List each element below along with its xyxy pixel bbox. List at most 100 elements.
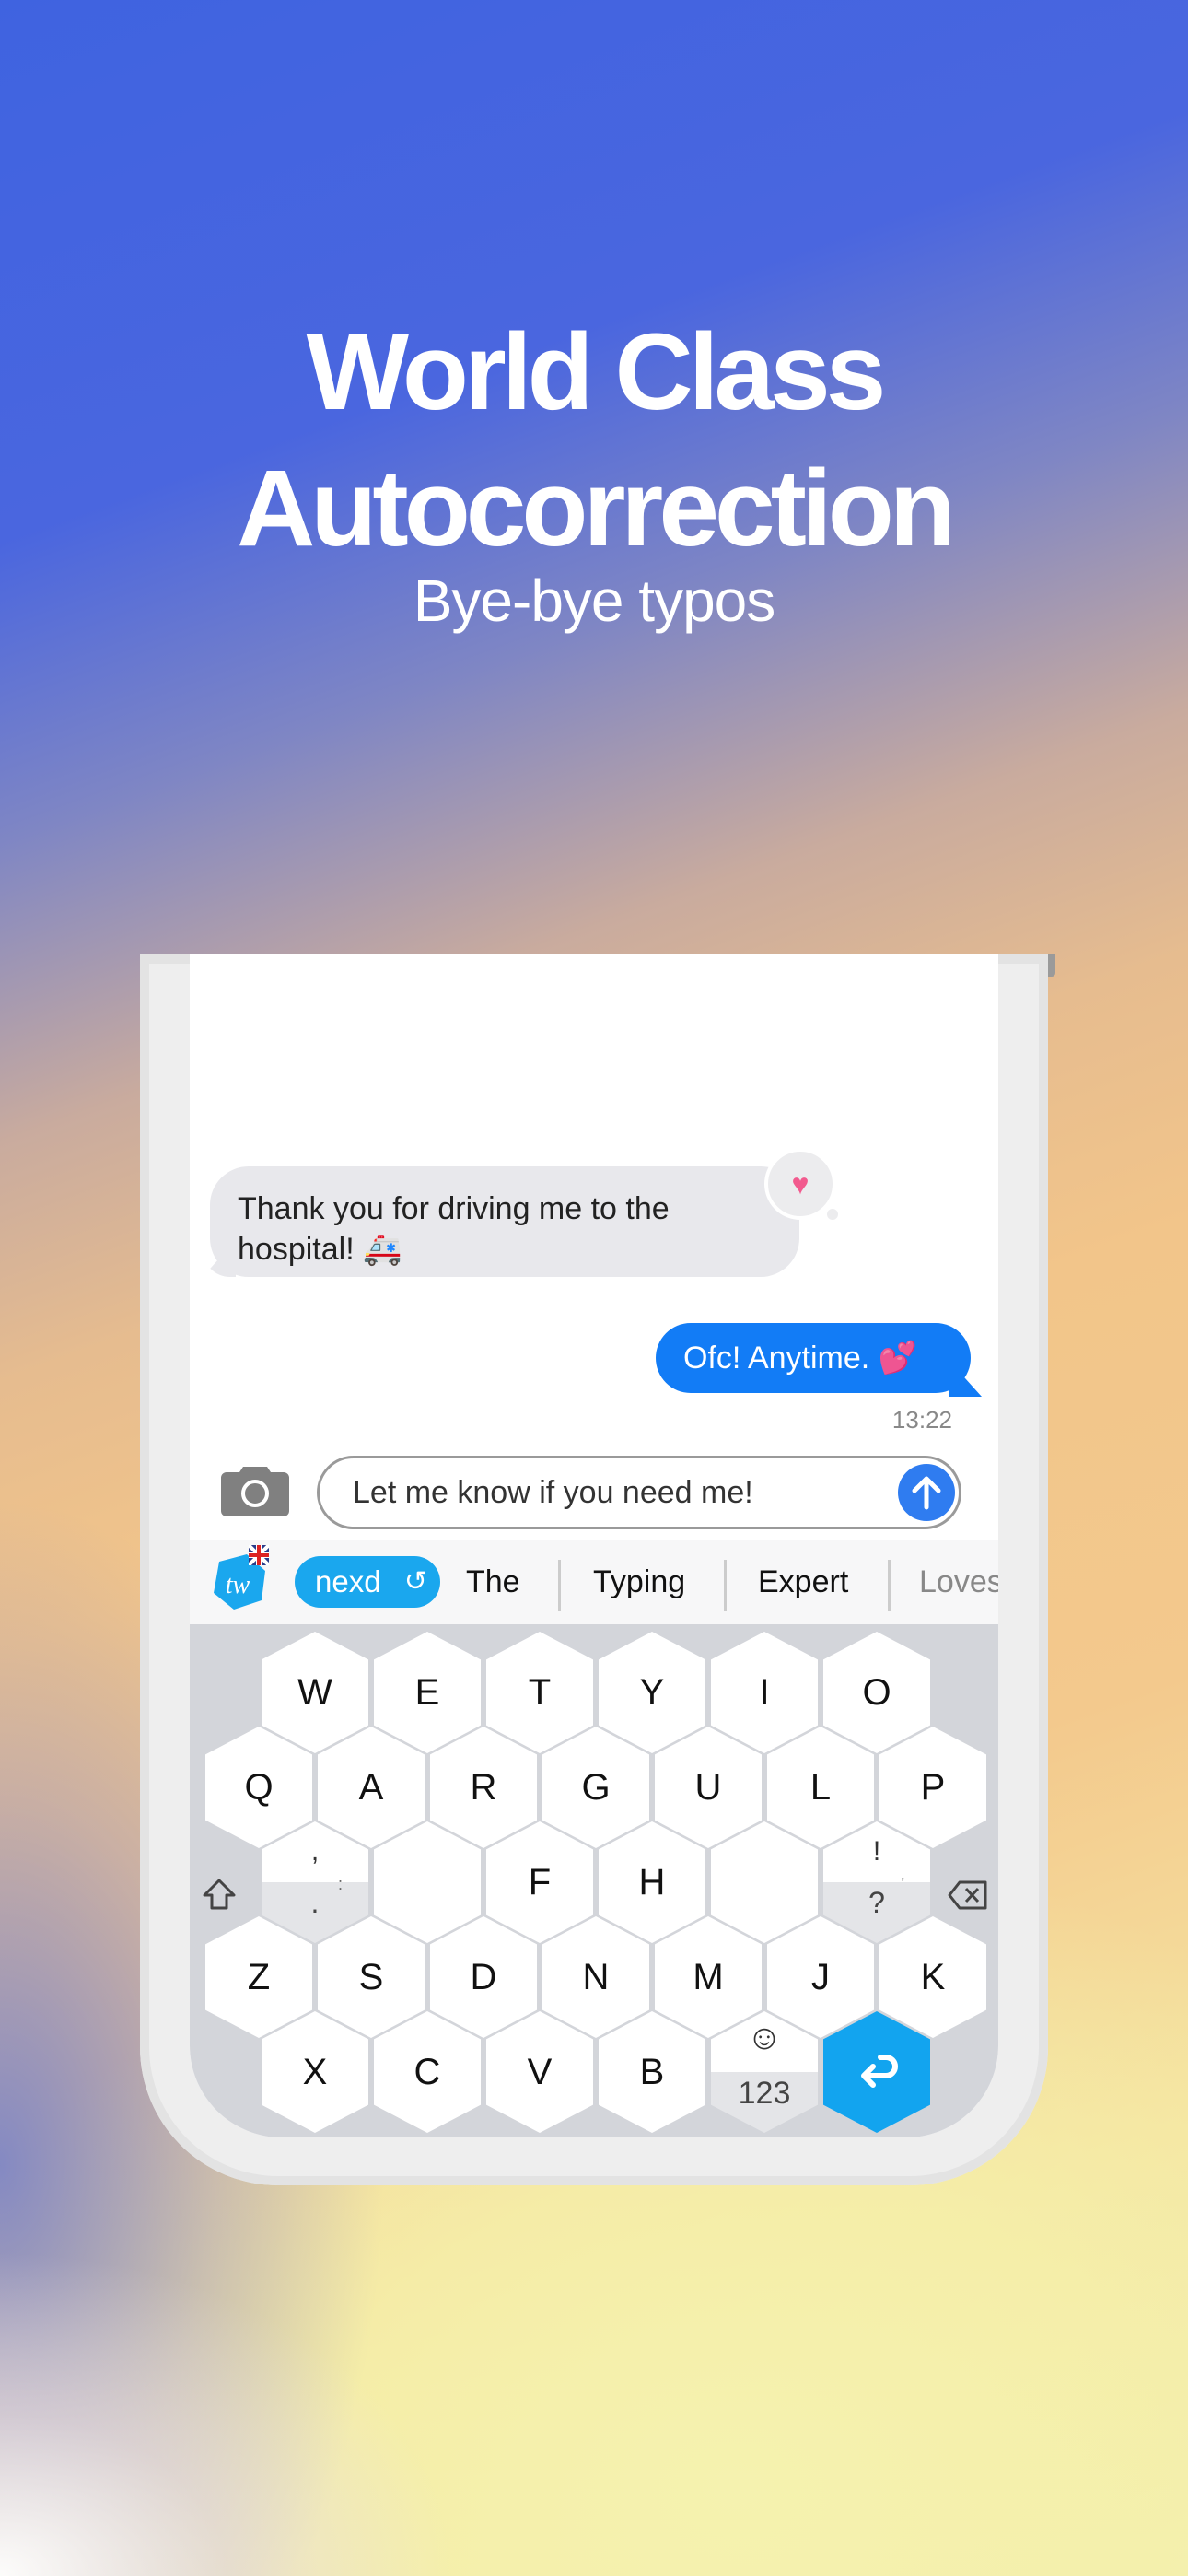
message-timestamp: 13:22 [891, 1406, 952, 1434]
message-input[interactable]: Let me know if you need me! [317, 1456, 961, 1529]
key-label: H [638, 1861, 666, 1903]
key-label: E [414, 1671, 440, 1713]
incoming-message[interactable]: Thank you for driving me to the hospital… [210, 1166, 799, 1277]
incoming-message-line2: hospital! 🚑 [238, 1232, 402, 1267]
keyboard-logo-button[interactable]: tw [210, 1545, 269, 1611]
key-label: O [862, 1671, 891, 1713]
key-h[interactable]: H [599, 1821, 705, 1943]
key-b[interactable]: B [599, 2011, 705, 2133]
suggestion-divider [558, 1560, 561, 1611]
key-o[interactable]: O [823, 1632, 930, 1753]
send-button[interactable] [898, 1464, 955, 1521]
key-u[interactable]: U [655, 1727, 762, 1848]
key-label: R [470, 1766, 497, 1808]
key-y[interactable]: Y [599, 1632, 705, 1753]
key-x[interactable]: X [262, 2011, 368, 2133]
shift-icon [203, 1879, 236, 1910]
key-label: N [582, 1956, 610, 1997]
key-g[interactable]: G [542, 1727, 649, 1848]
original-word-pill[interactable]: nexd ↺ [295, 1556, 440, 1608]
key-v[interactable]: V [486, 2011, 593, 2133]
phone-screen: Thank you for driving me to the hospital… [190, 954, 998, 2137]
key-a[interactable]: A [318, 1727, 425, 1848]
backspace-icon [948, 1880, 987, 1910]
return-key[interactable] [823, 2011, 930, 2133]
punctuation-key[interactable]: ,.: [262, 1821, 368, 1943]
key-p[interactable]: P [879, 1727, 986, 1848]
key-bottom-label: ? [868, 1886, 885, 1919]
hero-subtitle: Bye-bye typos [413, 568, 776, 634]
suggestion-divider [888, 1560, 891, 1611]
hero-title-line1: World Class [306, 311, 887, 433]
numbers-label: 123 [738, 2076, 791, 2111]
key-label: P [920, 1766, 946, 1808]
suggestion-3[interactable]: Expert [758, 1540, 848, 1624]
backspace-key[interactable] [947, 1877, 987, 1917]
key-label: Y [639, 1671, 665, 1713]
blank-key[interactable] [711, 1821, 818, 1943]
hex-keyboard: W E T Y I O Q A R G U L P,.: F H!? ' Z S D N M J K X C V B ☺ 123 [190, 1624, 998, 2137]
key-label: Z [247, 1956, 271, 1997]
suggestion-divider [724, 1560, 727, 1611]
key-label: Q [244, 1766, 274, 1808]
phone-side-button [1048, 954, 1055, 977]
key-label: V [527, 2051, 553, 2092]
key-e[interactable]: E [374, 1632, 481, 1753]
camera-button[interactable] [221, 1463, 289, 1516]
key-n[interactable]: N [542, 1916, 649, 2038]
key-label: J [811, 1956, 830, 1997]
suggestion-1[interactable]: The [466, 1540, 520, 1624]
return-icon [861, 2055, 898, 2088]
key-top-label: ! [872, 1836, 881, 1867]
key-label: X [302, 2051, 328, 2092]
key-i[interactable]: I [711, 1632, 818, 1753]
key-top-label: , [310, 1836, 320, 1867]
arrow-up-icon [912, 1476, 941, 1510]
key-w[interactable]: W [262, 1632, 368, 1753]
key-k[interactable]: K [879, 1916, 986, 2038]
key-label: W [297, 1671, 332, 1713]
blank-key[interactable] [374, 1821, 481, 1943]
emoji-numbers-key[interactable]: ☺ 123 [711, 2011, 818, 2133]
key-s[interactable]: S [318, 1916, 425, 2038]
key-label: I [759, 1671, 770, 1713]
suggestion-bar: tw nexd ↺ The Typing Expert Loves [190, 1540, 998, 1624]
key-l[interactable]: L [767, 1727, 874, 1848]
key-z[interactable]: Z [205, 1916, 312, 2038]
message-input-text[interactable]: Let me know if you need me! [353, 1458, 753, 1527]
phone-frame: Thank you for driving me to the hospital… [140, 954, 1055, 2185]
suggestion-2[interactable]: Typing [593, 1540, 685, 1624]
key-label: K [920, 1956, 946, 1997]
key-label: U [694, 1766, 722, 1808]
outgoing-message[interactable]: Ofc! Anytime. 💕 [656, 1323, 971, 1393]
exclaim-question-key[interactable]: !? ' [823, 1821, 930, 1943]
key-label: G [581, 1766, 611, 1808]
key-label: A [358, 1766, 384, 1808]
heart-reaction[interactable]: ♥ [764, 1148, 836, 1220]
hero-title: World Class Autocorrection [0, 304, 1188, 577]
key-label: L [809, 1766, 832, 1808]
key-label: S [358, 1956, 384, 1997]
uk-flag-icon [249, 1545, 269, 1565]
key-q[interactable]: Q [205, 1727, 312, 1848]
key-label: C [413, 2051, 441, 2092]
key-t[interactable]: T [486, 1632, 593, 1753]
key-label: T [528, 1671, 552, 1713]
key-side-label: : [337, 1875, 343, 1893]
key-f[interactable]: F [486, 1821, 593, 1943]
key-r[interactable]: R [430, 1727, 537, 1848]
key-label: F [528, 1861, 552, 1903]
key-d[interactable]: D [430, 1916, 537, 2038]
logo-text: tw [226, 1571, 250, 1599]
suggestion-4[interactable]: Loves [919, 1540, 998, 1624]
key-side-label: ' [901, 1875, 904, 1893]
key-m[interactable]: M [655, 1916, 762, 2038]
key-label: B [639, 2051, 665, 2092]
shift-key[interactable] [199, 1875, 239, 1915]
original-word: nexd [315, 1564, 381, 1598]
undo-icon: ↺ [403, 1566, 427, 1597]
reaction-bubble-dot [827, 1209, 838, 1220]
key-j[interactable]: J [767, 1916, 874, 2038]
camera-icon [221, 1467, 289, 1516]
key-c[interactable]: C [374, 2011, 481, 2133]
